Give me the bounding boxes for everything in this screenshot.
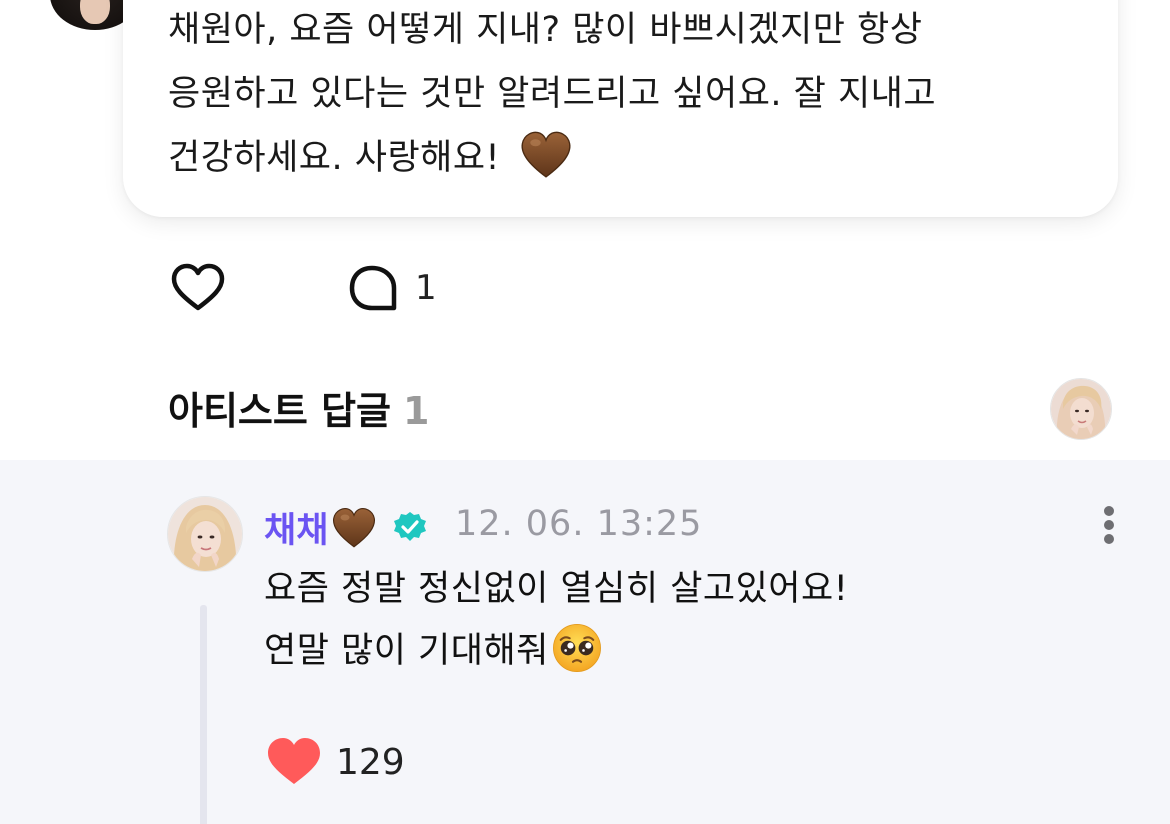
reply-author-avatar[interactable] <box>167 496 243 572</box>
comment-count: 1 <box>415 268 437 308</box>
reply-body-text: 연말 많이 기대해줘 <box>264 631 549 671</box>
verified-badge-icon <box>394 511 427 541</box>
post-body-line: 채원아, 요즘 어떻게 지내? 많이 바쁘시겠지만 항상 <box>168 10 923 50</box>
artist-replies-count: 1 <box>403 389 430 433</box>
post-body-line: 건강하세요. 사랑해요! <box>168 126 1098 190</box>
heart-outline-icon[interactable] <box>170 262 226 314</box>
reply-timestamp: 12. 06. 13:25 <box>455 504 703 544</box>
brown-heart-emoji <box>521 131 571 178</box>
pleading-face-emoji <box>552 624 601 672</box>
post-body: 채원아, 요즘 어떻게 지내? 많이 바쁘시겠지만 항상 응원하고 있다는 것만… <box>168 0 1098 190</box>
reply-author-name: 채채 <box>264 511 329 551</box>
comment-bubble-icon[interactable] <box>348 264 400 312</box>
post-body-text: 건강하세요. 사랑해요! <box>168 138 512 178</box>
brown-heart-emoji <box>333 507 376 547</box>
reply-body: 요즘 정말 정신없이 열심히 살고있어요! 연말 많이 기대해줘 <box>264 558 1084 682</box>
reply-author[interactable]: 채채 <box>264 502 428 553</box>
thread-line <box>200 605 207 824</box>
heart-filled-icon[interactable] <box>266 736 322 788</box>
reply-body-line: 연말 많이 기대해줘 <box>264 620 1084 682</box>
reply-body-line: 요즘 정말 정신없이 열심히 살고있어요! <box>264 569 849 609</box>
artist-avatar[interactable] <box>1050 378 1112 440</box>
artist-replies-heading: 아티스트 답글 1 <box>168 380 429 435</box>
reply-like-count: 129 <box>336 742 405 783</box>
post-body-line: 응원하고 있다는 것만 알려드리고 싶어요. 잘 지내고 <box>168 74 937 114</box>
artist-reply-area: 채채 12. 06. 13:25 요즘 정말 정신없이 열심히 살고있어요! 연… <box>0 460 1170 824</box>
more-options-icon[interactable] <box>1096 502 1122 544</box>
post-detail-screen: 채원아, 요즘 어떻게 지내? 많이 바쁘시겠지만 항상 응원하고 있다는 것만… <box>0 0 1170 824</box>
artist-replies-title: 아티스트 답글 <box>168 389 391 433</box>
